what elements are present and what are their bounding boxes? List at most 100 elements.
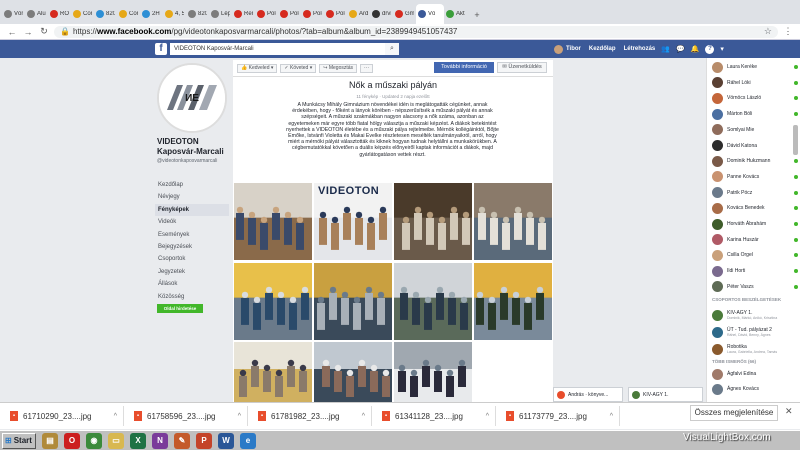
user-name-link[interactable]: Tibor	[566, 46, 581, 52]
album-photo[interactable]	[474, 263, 552, 340]
forward-icon[interactable]: →	[22, 27, 34, 37]
page-nav-item[interactable]: Kezdőlap	[155, 179, 229, 191]
reload-icon[interactable]: ↻	[38, 26, 50, 37]
folder-icon[interactable]: ▭	[108, 432, 124, 449]
contact-item[interactable]: Horváth Ábrahám	[712, 217, 798, 231]
page-nav-item[interactable]: Jegyzetek	[155, 266, 229, 278]
facebook-search-input[interactable]: VIDEOTON Kaposvár-Marcali	[170, 43, 385, 55]
home-link[interactable]: Kezdőlap	[589, 46, 616, 52]
browser-tab[interactable]: Con	[117, 4, 140, 24]
download-item[interactable]: ▪ 61710290_23....jpg ^	[0, 406, 124, 426]
contact-item[interactable]: Dávid Katona	[712, 139, 798, 153]
album-photo[interactable]	[394, 183, 472, 260]
browser-tab[interactable]: Polc	[255, 4, 278, 24]
contact-item[interactable]: Karina Huszár	[712, 233, 798, 247]
notifications-icon[interactable]: 🔔	[691, 45, 700, 53]
browser-tab[interactable]: 2H	[140, 4, 163, 24]
sidebar-scrollbar[interactable]	[793, 125, 798, 155]
album-photo[interactable]: VIDEOTON	[314, 183, 392, 260]
like-button[interactable]: 👍 Kedveled ▾	[237, 63, 278, 73]
browser-tab[interactable]: Lépi	[209, 4, 232, 24]
page-nav-item[interactable]: Bejegyzések	[155, 241, 229, 253]
album-photo[interactable]	[314, 263, 392, 340]
group-chat-item[interactable]: Robotika Laura, Gabriella, Andrea, Tamás	[712, 341, 798, 357]
show-all-downloads-button[interactable]: Összes megjelenítése	[690, 405, 778, 421]
page-nav-item[interactable]: Videók	[155, 216, 229, 228]
browser-tab[interactable]: Aktu	[444, 4, 467, 24]
chat-tab-1[interactable]: András · könyve...	[553, 387, 623, 402]
contact-item[interactable]: Péter Vaszs	[712, 280, 798, 294]
contact-item[interactable]: Laura Keréke	[712, 60, 798, 74]
page-nav-item[interactable]: Állások	[155, 278, 229, 290]
download-item[interactable]: ▪ 61341128_23....jpg ^	[372, 406, 496, 426]
facebook-logo-icon[interactable]: f	[155, 43, 167, 55]
chevron-up-icon[interactable]: ^	[362, 413, 365, 420]
group-chat-item[interactable]: ÚT - Tud. pályázat 2 Ráhel, Dávid, Benny,…	[712, 324, 798, 340]
user-avatar[interactable]	[554, 44, 563, 54]
browser-tab[interactable]: Polc	[278, 4, 301, 24]
more-options-button[interactable]: ···	[360, 63, 374, 73]
page-profile-picture[interactable]: ИЕ	[157, 63, 227, 133]
excel-icon[interactable]: X	[130, 432, 146, 449]
contact-item[interactable]: Ildi Horti	[712, 264, 798, 278]
bookmark-star-icon[interactable]: ☆	[764, 26, 772, 37]
new-tab-icon[interactable]: +	[467, 6, 487, 24]
powerpoint-icon[interactable]: P	[196, 432, 212, 449]
group-chat-item[interactable]: KIV-AGY 1. Dominik, Márkó, Anikó, Kriszti…	[712, 307, 798, 323]
download-item[interactable]: ▪ 61781982_23....jpg ^	[248, 406, 372, 426]
browser-tab[interactable]: Vörö	[2, 4, 25, 24]
chat-tab-2[interactable]: KIV-AGY 1.	[628, 387, 703, 402]
chrome-icon[interactable]: ◉	[86, 432, 102, 449]
follow-button[interactable]: ✓ Követed ▾	[280, 63, 317, 73]
album-photo[interactable]	[234, 183, 312, 260]
album-photo[interactable]	[234, 263, 312, 340]
ie-icon[interactable]: e	[240, 432, 256, 449]
browser-menu-icon[interactable]: ⋮	[782, 26, 794, 37]
more-info-button[interactable]: További információ	[434, 62, 494, 73]
page-nav-item[interactable]: Közösség	[155, 291, 229, 303]
files-icon[interactable]: ▤	[42, 432, 58, 449]
chevron-up-icon[interactable]: ^	[486, 413, 489, 420]
messenger-icon[interactable]: 💬	[676, 45, 685, 53]
help-icon[interactable]: ?	[705, 44, 715, 54]
download-item[interactable]: ▪ 61758596_23....jpg ^	[124, 406, 248, 426]
browser-tab[interactable]: Con	[71, 4, 94, 24]
browser-tab[interactable]: 820	[186, 4, 209, 24]
word-icon[interactable]: W	[218, 432, 234, 449]
opera-icon[interactable]: O	[64, 432, 80, 449]
contact-item[interactable]: Somlyai Mie	[712, 123, 798, 137]
back-icon[interactable]: ←	[6, 27, 18, 37]
start-button[interactable]: ⊞ Start	[2, 432, 36, 449]
share-button[interactable]: ↪ Megosztás	[319, 63, 358, 73]
browser-tab[interactable]: drvi	[370, 4, 393, 24]
contact-item[interactable]: Kovács Benedek	[712, 201, 798, 215]
page-nav-item[interactable]: Események	[155, 229, 229, 241]
album-photo[interactable]	[314, 342, 392, 402]
close-downloads-icon[interactable]: ✕	[785, 406, 793, 417]
contact-item[interactable]: Ágfalvi Edina	[712, 367, 798, 381]
browser-tab[interactable]: Vö	[416, 4, 444, 24]
browser-tab[interactable]: 820	[94, 4, 117, 24]
browser-tab[interactable]: ROI	[48, 4, 71, 24]
address-bar[interactable]: 🔒 https://www.facebook.com/pg/videotonka…	[54, 25, 778, 38]
contact-item[interactable]: Ágnes Kovács	[712, 382, 798, 396]
album-photo[interactable]	[394, 342, 472, 402]
account-menu-icon[interactable]: ▾	[720, 45, 724, 53]
album-photo[interactable]	[234, 342, 312, 402]
search-icon[interactable]: ⌕	[385, 43, 399, 55]
page-name[interactable]: VIDEOTON Kaposvár-Marcali	[157, 137, 233, 157]
page-nav-item[interactable]: Csoportok	[155, 253, 229, 265]
album-photo[interactable]	[474, 183, 552, 260]
page-handle[interactable]: @videotonkaposvarmarcali	[157, 158, 233, 164]
contact-item[interactable]: Csilla Orgel	[712, 248, 798, 262]
contact-item[interactable]: Dominik Hukzmann	[712, 154, 798, 168]
browser-tab[interactable]: Polc	[301, 4, 324, 24]
contact-item[interactable]: Ráhel Lóki	[712, 76, 798, 90]
contact-item[interactable]: Vörnöcs László	[712, 91, 798, 105]
page-nav-item[interactable]: Névjegy	[155, 191, 229, 203]
chevron-up-icon[interactable]: ^	[238, 413, 241, 420]
chevron-up-icon[interactable]: ^	[610, 413, 613, 420]
contact-item[interactable]: Márton Bóli	[712, 107, 798, 121]
send-message-button[interactable]: ✉ Üzenetküldés	[497, 62, 547, 73]
download-item[interactable]: ▪ 61173779_23....jpg ^	[496, 406, 620, 426]
